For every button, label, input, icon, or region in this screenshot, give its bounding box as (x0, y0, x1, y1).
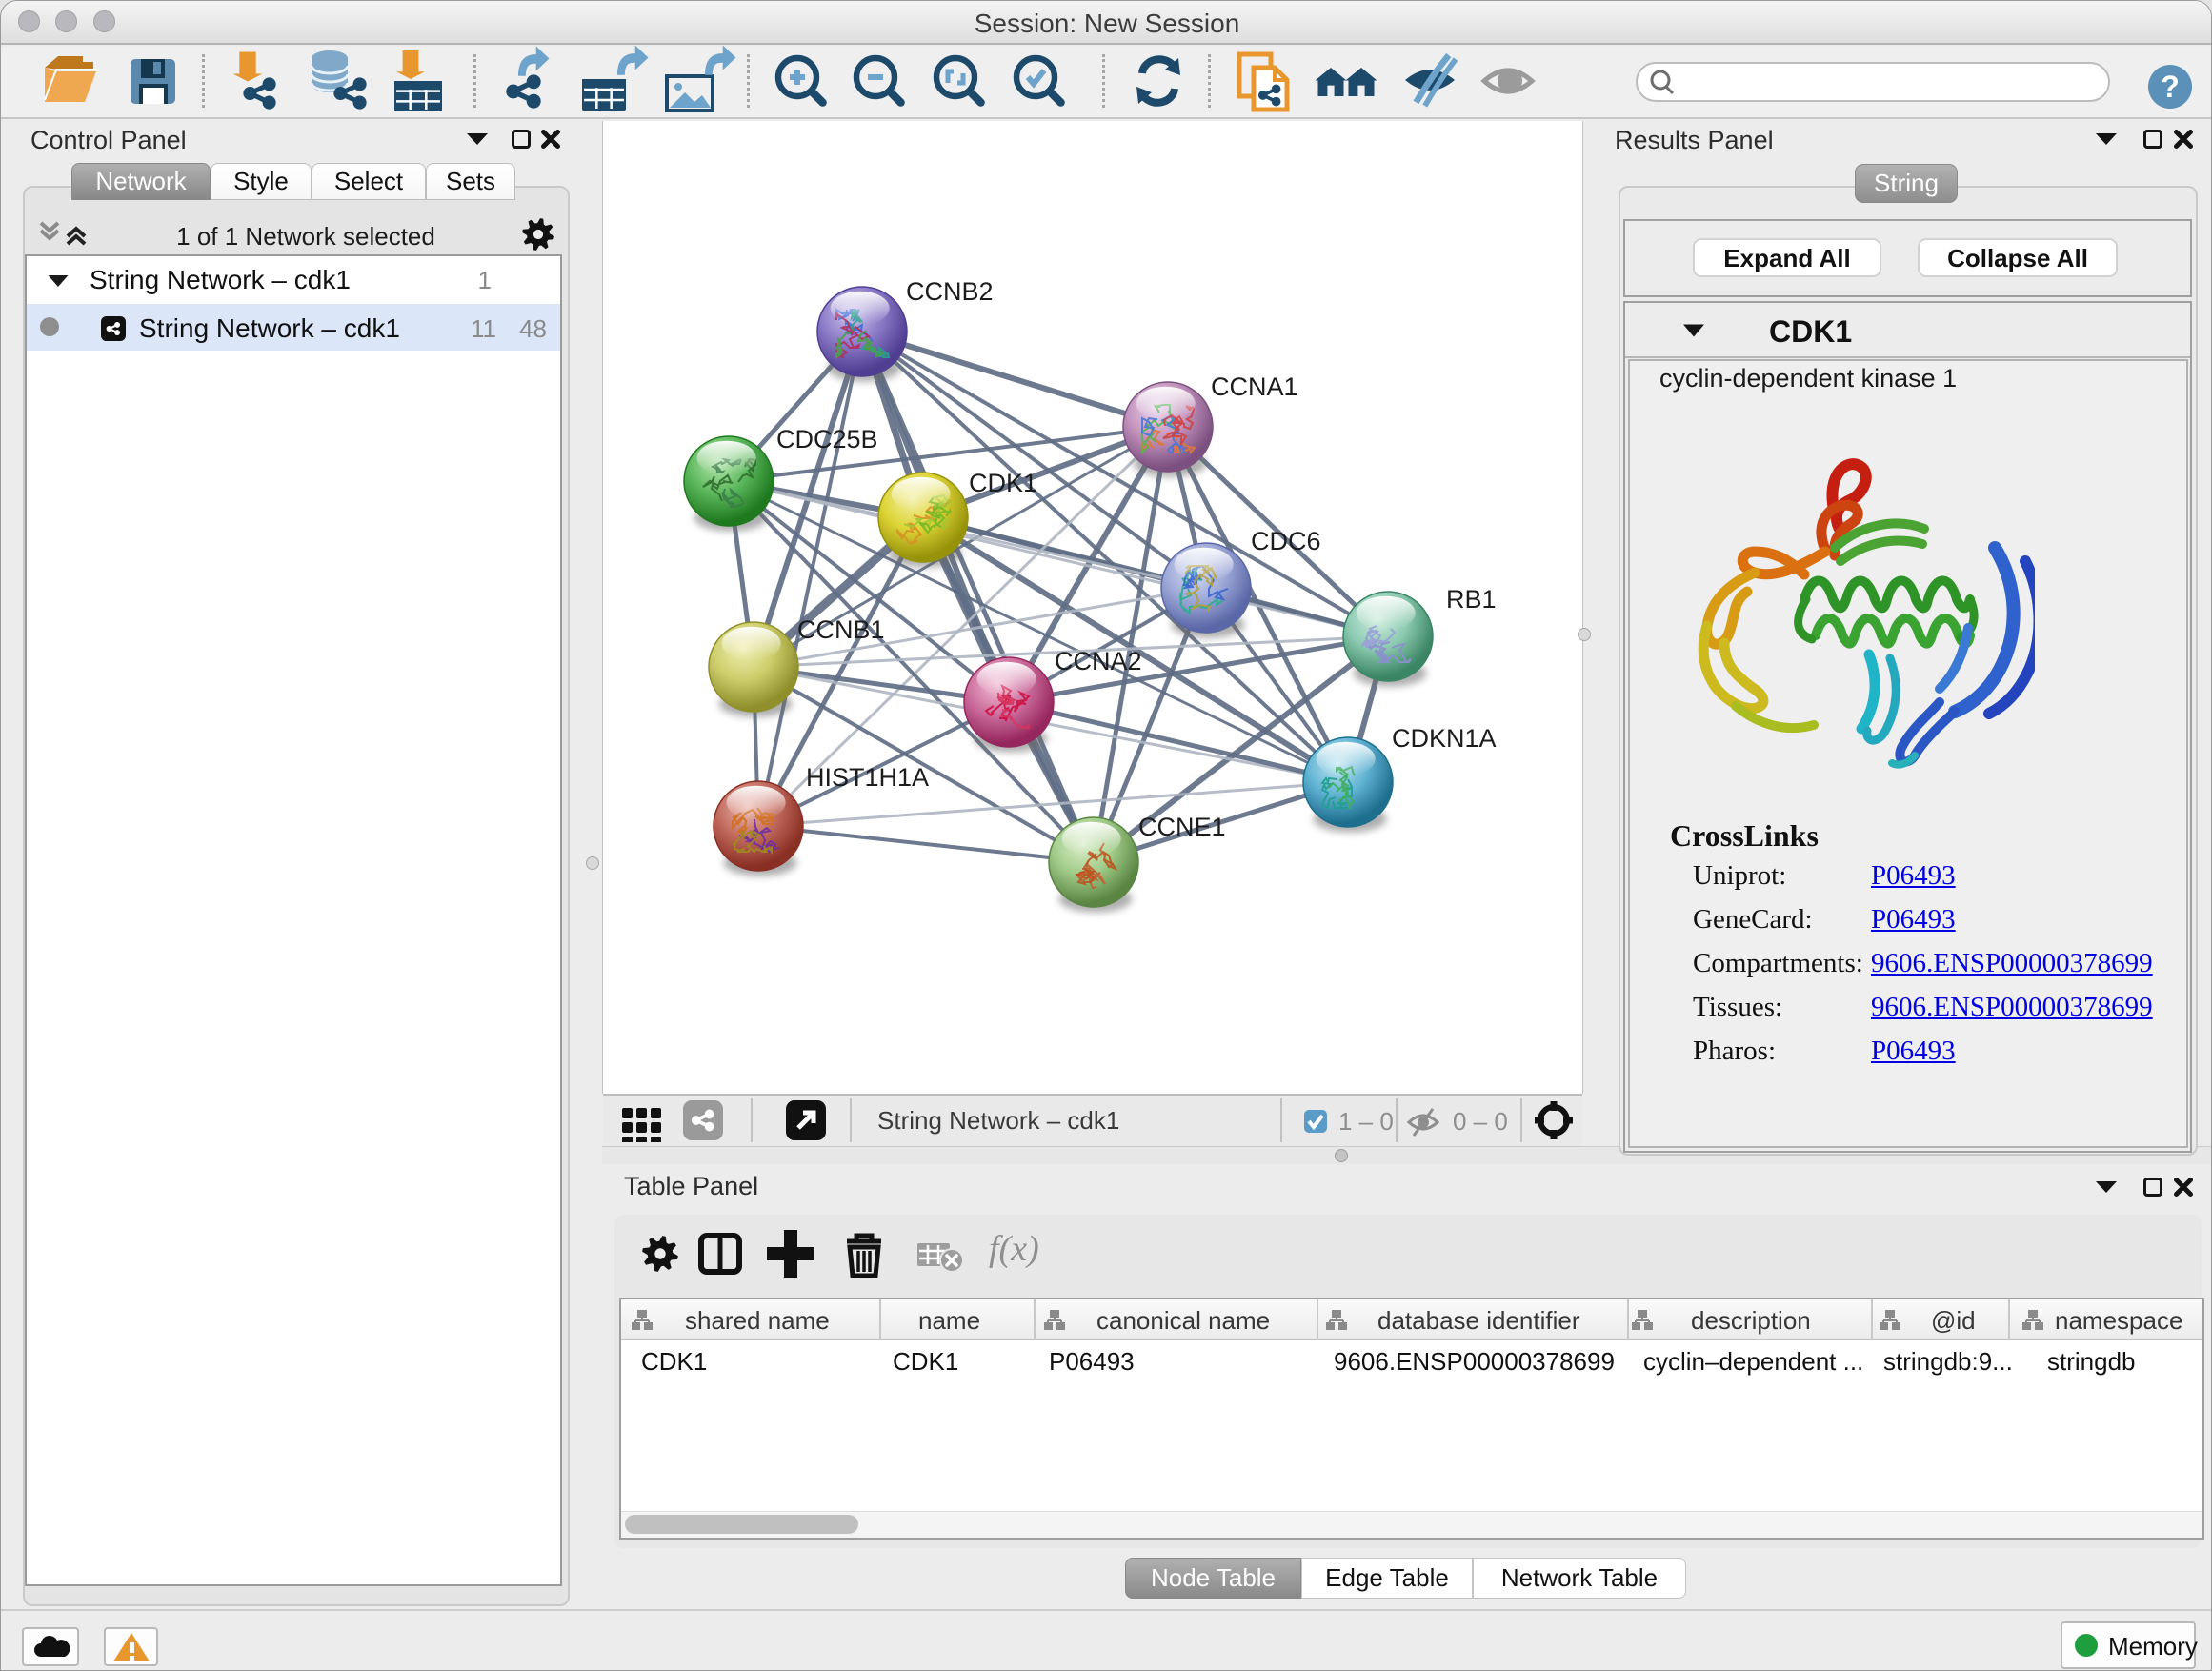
svg-text:CDC25B: CDC25B (776, 425, 878, 453)
svg-text:RB1: RB1 (1446, 585, 1497, 614)
svg-text:CCNA1: CCNA1 (1211, 372, 1298, 401)
svg-text:CCNA2: CCNA2 (1055, 647, 1142, 675)
svg-text:CDK1: CDK1 (969, 469, 1037, 497)
svg-text:CCNB1: CCNB1 (797, 615, 885, 644)
svg-text:HIST1H1A: HIST1H1A (806, 763, 929, 792)
svg-text:CDC6: CDC6 (1251, 527, 1321, 555)
svg-text:CDKN1A: CDKN1A (1392, 724, 1497, 753)
svg-text:CCNE1: CCNE1 (1138, 813, 1226, 841)
svg-text:CCNB2: CCNB2 (906, 277, 994, 306)
